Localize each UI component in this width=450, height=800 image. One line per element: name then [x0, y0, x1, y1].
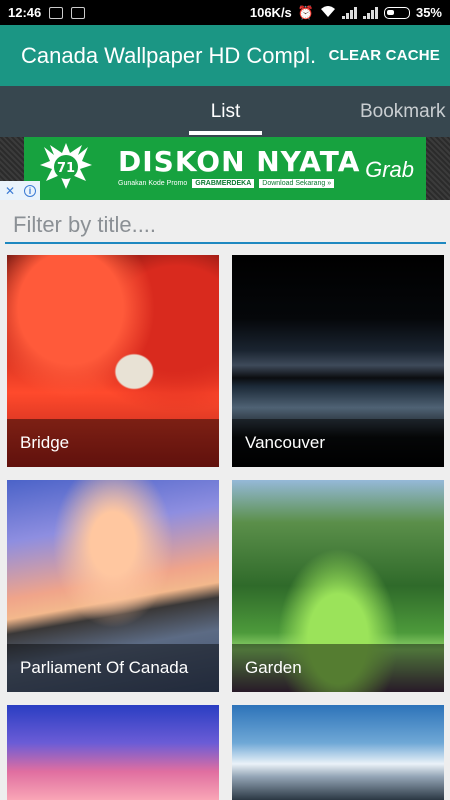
wallpaper-thumbnail [7, 705, 219, 800]
filter-input[interactable] [5, 207, 446, 244]
wallpaper-card-partial[interactable] [7, 705, 219, 800]
battery-icon [383, 6, 410, 19]
battery-level: 35% [415, 5, 442, 20]
wallpaper-card-garden[interactable]: Garden [232, 480, 444, 692]
ad-headline: DISKON NYATA [118, 145, 361, 178]
wallpaper-card-partial[interactable] [232, 705, 444, 800]
app-bar: Canada Wallpaper HD Compl.. CLEAR CACHE [0, 25, 450, 86]
ad-mascot-text: 71 [57, 161, 75, 176]
wallpaper-title: Bridge [7, 419, 219, 467]
wallpaper-card-vancouver[interactable]: Vancouver [232, 255, 444, 467]
ad-subline: Gunakan Kode Promo GRABMERDEKA Download … [118, 179, 335, 188]
ad-banner: 71 DISKON NYATA Gunakan Kode Promo GRABM… [0, 137, 450, 200]
network-speed: 106K/s [249, 5, 292, 20]
tab-list[interactable]: List [189, 86, 262, 137]
tab-indicator [189, 131, 262, 135]
ad-close-icon[interactable]: ✕ [0, 181, 20, 200]
wallpaper-card-parliament[interactable]: Parliament Of Canada [7, 480, 219, 692]
wifi-icon [320, 5, 336, 21]
ad-promo-text: Gunakan Kode Promo [118, 180, 188, 187]
status-time: 12:46 [8, 5, 42, 20]
image-notification-icon [71, 6, 86, 19]
signal-icon-2 [362, 6, 378, 19]
app-title: Canada Wallpaper HD Compl.. [21, 42, 317, 68]
ad-creative[interactable]: 71 DISKON NYATA Gunakan Kode Promo GRABM… [24, 137, 426, 200]
ad-info-icon[interactable]: i [20, 181, 40, 200]
alarm-icon: ⏰ [297, 4, 314, 20]
wallpaper-title: Garden [232, 644, 444, 692]
ad-download-button[interactable]: Download Sekarang » [259, 179, 335, 188]
signal-icon-1 [341, 6, 357, 19]
tab-bookmark[interactable]: Bookmark [360, 86, 446, 137]
wallpaper-thumbnail [232, 705, 444, 800]
ad-mascot-icon: 71 [40, 143, 92, 189]
ad-brand-logo: Grab [365, 157, 414, 182]
notification-icon [49, 6, 64, 19]
ad-promo-code: GRABMERDEKA [192, 179, 255, 188]
wallpaper-card-bridge[interactable]: Bridge [7, 255, 219, 467]
tab-bar: List Bookmark [0, 86, 450, 137]
clear-cache-button[interactable]: CLEAR CACHE [317, 47, 440, 64]
status-bar: 12:46 106K/s ⏰ 35% [0, 0, 450, 25]
wallpaper-title: Parliament Of Canada [7, 644, 219, 692]
wallpaper-title: Vancouver [232, 419, 444, 467]
